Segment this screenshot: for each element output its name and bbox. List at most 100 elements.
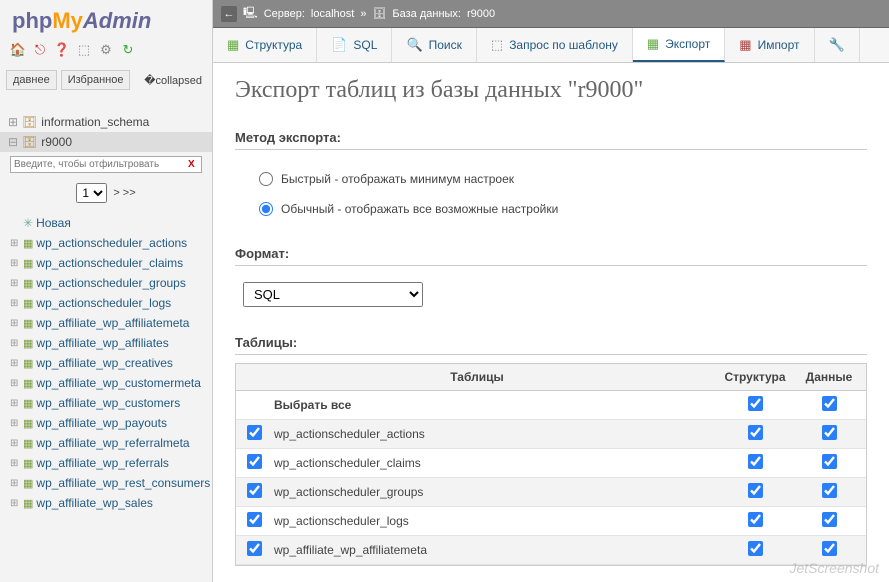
table-name: wp_actionscheduler_claims	[36, 256, 183, 270]
collapse-icon[interactable]: �collapsed	[144, 74, 202, 87]
row-name: wp_actionscheduler_logs	[272, 514, 718, 528]
expand-icon[interactable]: ⊞	[10, 358, 20, 369]
expand-icon[interactable]: ⊞	[10, 378, 20, 389]
db-r9000[interactable]: ⊟ 🗄 r9000	[0, 132, 212, 152]
expand-icon[interactable]: ⊞	[10, 438, 20, 449]
server-link[interactable]: localhost	[311, 8, 354, 20]
db-link[interactable]: r9000	[467, 8, 495, 20]
expand-icon[interactable]: ⊞	[10, 298, 20, 309]
reload-icon[interactable]: ↻	[120, 42, 136, 58]
expand-icon[interactable]: ⊞	[10, 258, 20, 269]
table-item[interactable]: ⊞▦wp_affiliate_wp_payouts	[8, 413, 212, 433]
select-all-data[interactable]	[822, 396, 837, 411]
export-icon: ▦	[647, 36, 659, 52]
new-icon: ✳	[23, 216, 33, 230]
tab-favorites[interactable]: Избранное	[61, 70, 131, 90]
table-icon: ▦	[23, 297, 33, 310]
tab-structure[interactable]: ▦Структура	[213, 28, 317, 62]
expand-icon[interactable]: ⊞	[10, 318, 20, 329]
table-row: wp_actionscheduler_groups	[236, 478, 866, 507]
new-label: Новая	[36, 216, 71, 230]
page-select[interactable]: 1	[76, 183, 107, 203]
row-select[interactable]	[247, 483, 262, 498]
search-icon: 🔍	[406, 37, 422, 53]
tab-more[interactable]: 🔧	[815, 28, 860, 62]
table-icon: ▦	[23, 457, 33, 470]
settings-icon[interactable]: ⚙	[98, 42, 114, 58]
table-item[interactable]: ⊞▦wp_actionscheduler_claims	[8, 253, 212, 273]
table-item[interactable]: ⊞▦wp_affiliate_wp_sales	[8, 493, 212, 513]
table-item[interactable]: ⊞▦wp_actionscheduler_logs	[8, 293, 212, 313]
tab-search[interactable]: 🔍Поиск	[392, 28, 476, 62]
expand-icon[interactable]: ⊞	[10, 398, 20, 409]
table-item[interactable]: ⊞▦wp_affiliate_wp_referralmeta	[8, 433, 212, 453]
tab-recent[interactable]: давнее	[6, 70, 57, 90]
method-custom[interactable]: Обычный - отображать все возможные настр…	[259, 194, 867, 224]
clear-filter-icon[interactable]: X	[188, 159, 195, 170]
db-information-schema[interactable]: ⊞ 🗄 information_schema	[0, 112, 212, 132]
select-all-structure[interactable]	[748, 396, 763, 411]
tab-query[interactable]: ⬚Запрос по шаблону	[477, 28, 633, 62]
select-all-label[interactable]: Выбрать все	[272, 398, 718, 412]
row-data[interactable]	[822, 425, 837, 440]
table-item[interactable]: ⊞▦wp_affiliate_wp_customermeta	[8, 373, 212, 393]
row-select[interactable]	[247, 512, 262, 527]
expand-icon[interactable]: ⊞	[10, 418, 20, 429]
table-item[interactable]: ⊞▦wp_actionscheduler_actions	[8, 233, 212, 253]
sql-icon[interactable]: ⬚	[76, 42, 92, 58]
import-icon: ▦	[739, 37, 751, 53]
table-icon: ▦	[23, 277, 33, 290]
pager-next[interactable]: > >>	[113, 187, 135, 199]
table-name: wp_affiliate_wp_referrals	[36, 456, 169, 470]
row-structure[interactable]	[748, 454, 763, 469]
table-item[interactable]: ⊞▦wp_affiliate_wp_creatives	[8, 353, 212, 373]
row-data[interactable]	[822, 454, 837, 469]
table-name: wp_affiliate_wp_creatives	[36, 356, 173, 370]
row-select[interactable]	[247, 425, 262, 440]
row-name: wp_affiliate_wp_affiliatemeta	[272, 543, 718, 557]
row-select-all: Выбрать все	[236, 391, 866, 420]
radio-quick[interactable]	[259, 172, 273, 186]
row-data[interactable]	[822, 483, 837, 498]
row-structure[interactable]	[748, 483, 763, 498]
table-item[interactable]: ⊞▦wp_affiliate_wp_affiliates	[8, 333, 212, 353]
home-icon[interactable]: 🏠	[10, 42, 26, 58]
logo[interactable]: phpMyAdmin	[0, 0, 212, 38]
method-quick[interactable]: Быстрый - отображать минимум настроек	[259, 164, 867, 194]
table-item[interactable]: ⊞▦wp_affiliate_wp_customers	[8, 393, 212, 413]
nav-back-icon[interactable]: ←	[221, 6, 237, 22]
radio-custom[interactable]	[259, 202, 273, 216]
row-select[interactable]	[247, 541, 262, 556]
table-pager: 1 > >>	[0, 177, 212, 213]
logout-icon[interactable]: ⎋	[32, 42, 48, 58]
method-heading: Метод экспорта:	[235, 130, 867, 150]
expand-icon[interactable]: ⊞	[10, 498, 20, 509]
row-select[interactable]	[247, 454, 262, 469]
expand-icon[interactable]: ⊞	[10, 278, 20, 289]
expand-icon[interactable]: ⊞	[10, 478, 20, 489]
table-item[interactable]: ⊞▦wp_affiliate_wp_rest_consumers	[8, 473, 212, 493]
table-item[interactable]: ⊞▦wp_affiliate_wp_referrals	[8, 453, 212, 473]
filter-input[interactable]	[10, 156, 202, 173]
expand-icon[interactable]: ⊞	[10, 458, 20, 469]
table-icon: ▦	[23, 257, 33, 270]
row-data[interactable]	[822, 512, 837, 527]
tab-sql[interactable]: 📄SQL	[317, 28, 392, 62]
docs-icon[interactable]: ❓	[54, 42, 70, 58]
table-name: wp_affiliate_wp_customers	[36, 396, 180, 410]
expand-icon[interactable]: ⊞	[10, 238, 20, 249]
table-item[interactable]: ⊞▦wp_affiliate_wp_affiliatemeta	[8, 313, 212, 333]
table-row: wp_actionscheduler_actions	[236, 420, 866, 449]
row-structure[interactable]	[748, 541, 763, 556]
tab-import[interactable]: ▦Импорт	[725, 28, 814, 62]
row-structure[interactable]	[748, 425, 763, 440]
row-data[interactable]	[822, 541, 837, 556]
method-custom-label: Обычный - отображать все возможные настр…	[281, 202, 558, 216]
new-table[interactable]: ✳ Новая	[8, 213, 212, 233]
row-structure[interactable]	[748, 512, 763, 527]
format-select[interactable]: SQL	[243, 282, 423, 307]
expand-icon[interactable]: ⊞	[10, 338, 20, 349]
col-tables: Таблицы	[236, 364, 718, 390]
table-item[interactable]: ⊞▦wp_actionscheduler_groups	[8, 273, 212, 293]
tab-export[interactable]: ▦Экспорт	[633, 28, 725, 62]
